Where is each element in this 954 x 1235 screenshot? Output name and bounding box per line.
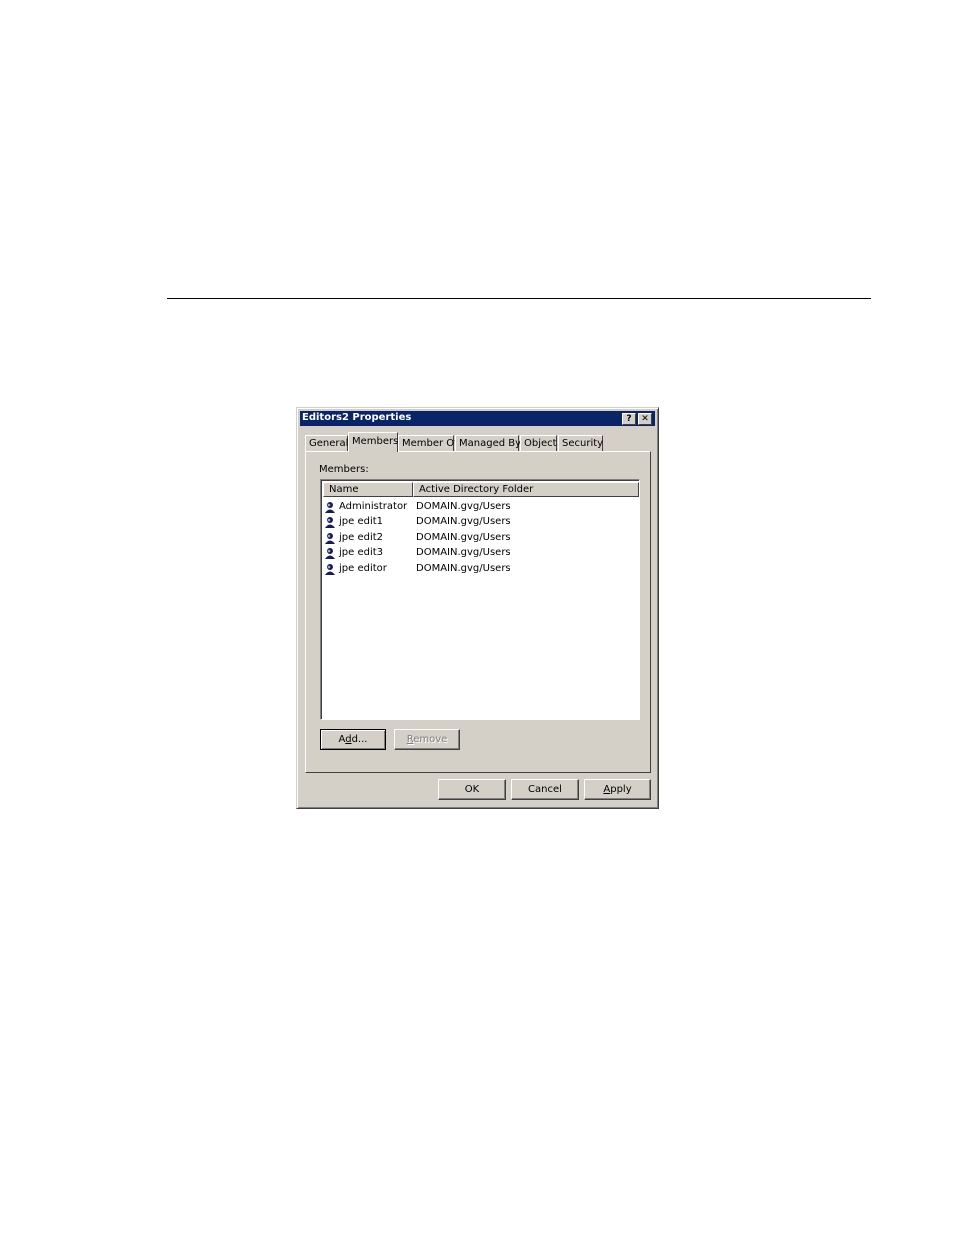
- title-bar[interactable]: Editors2 Properties ? ✕: [300, 411, 655, 426]
- user-icon: [325, 517, 335, 529]
- member-name: jpe edit2: [339, 531, 384, 543]
- member-name: jpe edit1: [339, 516, 384, 528]
- help-icon: ?: [626, 414, 632, 424]
- tab-label: General: [309, 438, 349, 449]
- column-header-folder[interactable]: Active Directory Folder: [413, 482, 639, 497]
- add-button[interactable]: Add...: [320, 729, 386, 750]
- tab-label: Member Of: [402, 438, 458, 449]
- member-folder: DOMAIN.gvg/Users: [416, 516, 511, 528]
- tab-label: Members: [352, 436, 399, 447]
- remove-button[interactable]: Remove: [394, 729, 460, 750]
- list-item[interactable]: Administrator DOMAIN.gvg/Users: [324, 500, 636, 515]
- member-name: Administrator: [339, 501, 408, 512]
- user-icon: [325, 502, 335, 513]
- member-name: jpe edit3: [339, 547, 384, 559]
- dialog-title: Editors2 Properties: [302, 412, 412, 423]
- member-name: jpe editor: [339, 562, 387, 574]
- tab-object[interactable]: Object: [520, 435, 557, 451]
- member-folder: DOMAIN.gvg/Users: [416, 562, 511, 574]
- tab-label: Object: [524, 438, 557, 449]
- close-button[interactable]: ✕: [638, 413, 652, 425]
- help-button[interactable]: ?: [622, 413, 636, 425]
- apply-label-part: pply: [610, 784, 632, 795]
- remove-label-part: emove: [413, 734, 448, 745]
- tab-label: Managed By: [459, 438, 522, 449]
- column-header-name[interactable]: Name: [323, 482, 413, 497]
- list-item[interactable]: jpe edit3 DOMAIN.gvg/Users: [324, 546, 636, 561]
- list-item[interactable]: jpe edit2 DOMAIN.gvg/Users: [324, 531, 636, 546]
- members-list[interactable]: Name Active Directory Folder Administrat…: [320, 479, 640, 720]
- list-item[interactable]: jpe editor DOMAIN.gvg/Users: [324, 562, 636, 577]
- page-rule: [167, 298, 871, 299]
- properties-dialog: Editors2 Properties ? ✕ General Members …: [296, 407, 659, 809]
- tab-security[interactable]: Security: [558, 435, 603, 451]
- tab-general[interactable]: General: [305, 435, 348, 451]
- cancel-button[interactable]: Cancel: [511, 779, 579, 800]
- member-folder: DOMAIN.gvg/Users: [416, 547, 511, 559]
- tab-member-of[interactable]: Member Of: [398, 435, 458, 451]
- tab-managed-by[interactable]: Managed By: [455, 435, 522, 451]
- list-rows: Administrator DOMAIN.gvg/Users jpe edit1…: [324, 500, 636, 577]
- member-folder: DOMAIN.gvg/Users: [416, 501, 511, 512]
- apply-button[interactable]: Apply: [584, 779, 651, 800]
- list-header: Name Active Directory Folder: [323, 482, 639, 497]
- close-icon: ✕: [641, 414, 649, 424]
- user-icon: [325, 548, 335, 560]
- tab-label: Security: [562, 438, 604, 449]
- ok-button[interactable]: OK: [438, 779, 506, 800]
- user-icon: [325, 563, 335, 575]
- user-icon: [325, 532, 335, 544]
- list-item[interactable]: jpe edit1 DOMAIN.gvg/Users: [324, 515, 636, 530]
- add-label-part: d...: [351, 734, 368, 745]
- members-panel: Members: Name Active Directory Folder Ad…: [305, 451, 651, 773]
- member-folder: DOMAIN.gvg/Users: [416, 531, 511, 543]
- members-label: Members:: [319, 464, 369, 475]
- tab-members[interactable]: Members: [348, 432, 398, 452]
